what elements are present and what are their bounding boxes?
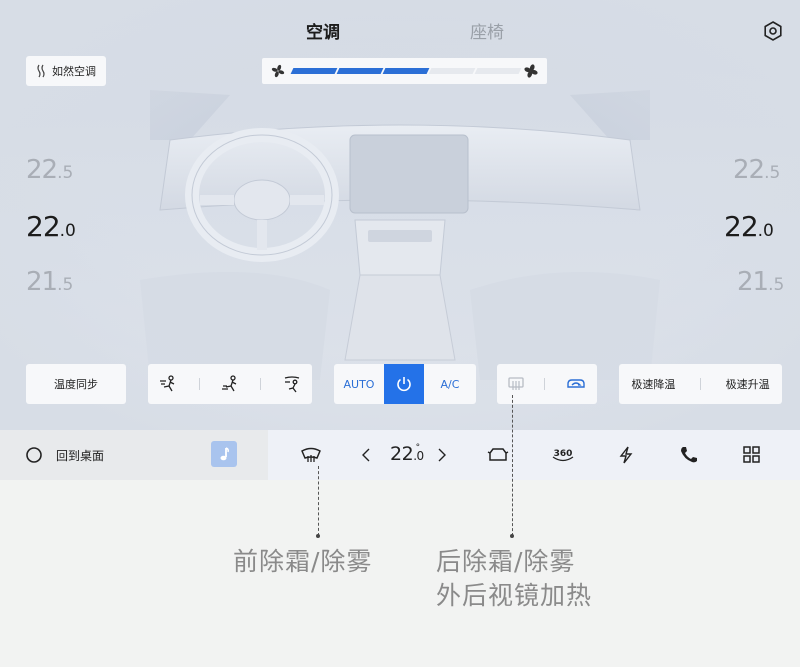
camera-360-icon[interactable]: 360 bbox=[550, 445, 576, 465]
lightning-icon[interactable] bbox=[615, 445, 637, 465]
ac-button[interactable]: A/C bbox=[424, 364, 476, 404]
temp-sync-button[interactable]: 温度同步 bbox=[26, 364, 126, 404]
natural-ac-button[interactable]: 如然空调 bbox=[26, 56, 106, 86]
fan-low-icon[interactable] bbox=[271, 64, 285, 78]
fan-level-bar[interactable] bbox=[290, 68, 522, 74]
phone-icon[interactable] bbox=[678, 445, 700, 465]
front-callout-dot bbox=[316, 534, 320, 538]
face-airflow-icon[interactable] bbox=[158, 375, 178, 393]
left-temp-up[interactable]: 22.5 bbox=[26, 155, 73, 185]
rear-callout-line bbox=[512, 395, 513, 536]
right-temp-down[interactable]: 21.5 bbox=[737, 267, 784, 297]
tab-seat[interactable]: 座椅 bbox=[470, 18, 504, 43]
divider bbox=[198, 378, 200, 390]
rear-defrost-icon[interactable] bbox=[507, 376, 525, 392]
tab-climate[interactable]: 空调 bbox=[306, 18, 340, 43]
car-icon[interactable] bbox=[487, 445, 509, 465]
fan-speed-slider[interactable] bbox=[262, 58, 547, 84]
front-defrost-annotation: 前除霜/除雾 bbox=[233, 547, 373, 576]
chevron-left-icon[interactable] bbox=[360, 447, 372, 463]
left-temp-current: 22.0 bbox=[26, 210, 76, 243]
fan-level-segment[interactable] bbox=[428, 68, 476, 74]
front-callout-line bbox=[318, 466, 319, 536]
divider bbox=[260, 378, 262, 390]
divider bbox=[699, 378, 701, 390]
foot-airflow-icon[interactable] bbox=[220, 375, 240, 393]
svg-text:360: 360 bbox=[554, 449, 573, 459]
rear-callout-dot bbox=[510, 534, 514, 538]
fan-level-segment[interactable] bbox=[290, 68, 338, 74]
power-button[interactable] bbox=[384, 364, 424, 404]
temp-sync-label: 温度同步 bbox=[54, 378, 98, 391]
auto-button[interactable]: AUTO bbox=[334, 364, 384, 404]
recirculation-icon[interactable] bbox=[565, 376, 587, 392]
rear-defrost-annotation: 后除霜/除雾 bbox=[436, 547, 576, 576]
divider bbox=[544, 378, 546, 390]
home-circle-icon[interactable] bbox=[25, 446, 43, 464]
front-defrost-icon[interactable] bbox=[300, 445, 322, 465]
fan-level-segment[interactable] bbox=[474, 68, 522, 74]
music-app-button[interactable] bbox=[211, 441, 237, 467]
fast-temp-group: 极速降温 极速升温 bbox=[619, 364, 782, 404]
left-temp-down[interactable]: 21.5 bbox=[26, 267, 73, 297]
natural-ac-label: 如然空调 bbox=[52, 65, 96, 78]
music-note-icon bbox=[220, 447, 229, 461]
airflow-mode-group bbox=[148, 364, 312, 404]
mirror-heat-annotation: 外后视镜加热 bbox=[436, 581, 593, 610]
fast-cool-button[interactable]: 极速降温 bbox=[631, 376, 675, 392]
right-temp-up[interactable]: 22.5 bbox=[733, 155, 780, 185]
ac-main-group: AUTO A/C bbox=[334, 364, 476, 404]
dock-temp-display: 22.0° bbox=[390, 443, 424, 465]
ac-label: A/C bbox=[440, 377, 460, 391]
chevron-right-icon[interactable] bbox=[436, 447, 448, 463]
gear-icon[interactable] bbox=[762, 20, 784, 42]
app-grid-icon[interactable] bbox=[741, 445, 763, 465]
fast-heat-button[interactable]: 极速升温 bbox=[726, 376, 770, 392]
fan-high-icon[interactable] bbox=[524, 64, 538, 78]
right-temp-current: 22.0 bbox=[724, 210, 774, 243]
climate-screen: 空调 座椅 如然空调 22.5 22.0 21.5 22.5 22.0 21.5… bbox=[0, 0, 800, 430]
fan-level-segment[interactable] bbox=[336, 68, 384, 74]
power-icon bbox=[397, 377, 411, 392]
fan-level-segment[interactable] bbox=[382, 68, 430, 74]
wind-icon bbox=[37, 64, 45, 78]
dock-right bbox=[268, 430, 800, 480]
auto-label: AUTO bbox=[343, 377, 375, 391]
windshield-airflow-icon[interactable] bbox=[282, 375, 302, 393]
home-label[interactable]: 回到桌面 bbox=[56, 447, 104, 464]
